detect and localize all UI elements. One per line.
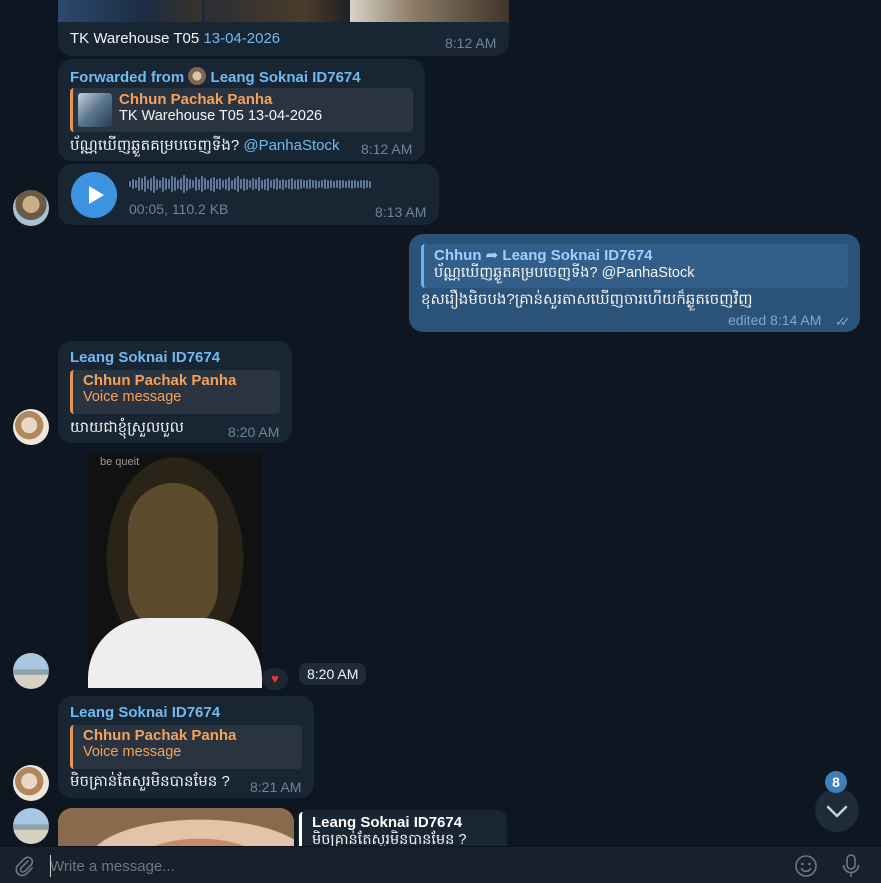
album-photos[interactable]: [58, 0, 509, 22]
message-reply[interactable]: Leang Soknai ID7674 Chhun Pachak Panha V…: [58, 696, 314, 798]
reply-preview[interactable]: Chhun ➦ Leang Soknai ID7674 ប័ណ្ណឃើញឆ្ងួ…: [421, 244, 848, 288]
chevron-down-icon: [826, 805, 848, 818]
sticker-shirt: [88, 618, 262, 688]
date-link[interactable]: 13-04-2026: [203, 30, 280, 47]
voice-meta: 00:05, 110.2 KB: [129, 201, 229, 217]
reply-forwarded-from: Leang Soknai ID7674: [502, 247, 653, 264]
message-voice[interactable]: 00:05, 110.2 KB 8:13 AM: [58, 164, 439, 225]
reply-preview[interactable]: Chhun Pachak Panha TK Warehouse T05 13-0…: [70, 88, 413, 132]
mention-link[interactable]: @PanhaStock: [243, 137, 339, 154]
album-photo-1[interactable]: [58, 0, 203, 22]
reply-text: TK Warehouse T05 13-04-2026: [119, 108, 323, 124]
paperclip-icon[interactable]: [13, 855, 35, 877]
reply-name: Chhun Pachak Panha: [119, 91, 273, 108]
heart-reaction-icon[interactable]: ♥: [262, 668, 288, 690]
message-input[interactable]: [50, 855, 750, 877]
reply-thumbnail: [78, 93, 112, 127]
sticker-figure: [128, 483, 218, 633]
forward-arrow-icon: ➦: [485, 247, 499, 264]
scroll-down-button[interactable]: [815, 788, 859, 832]
avatar[interactable]: [13, 409, 49, 445]
message-time: 8:20 AM: [299, 663, 367, 685]
reply-text: មិចគ្រាន់តែសួរមិនបានមែន ?: [312, 832, 467, 846]
forward-header[interactable]: Forwarded from Leang Soknai ID7674: [70, 67, 361, 86]
message-time: edited 8:14 AM: [728, 312, 822, 328]
reply-preview[interactable]: Leang Soknai ID7674 មិចគ្រាន់តែសួរមិនបាន…: [299, 812, 503, 846]
scrollbar[interactable]: [876, 0, 879, 846]
album-photo-2[interactable]: [204, 0, 349, 22]
avatar[interactable]: [13, 190, 49, 226]
reply-preview[interactable]: Chhun Pachak Panha Voice message: [70, 725, 302, 769]
reply-name: Chhun Pachak Panha: [83, 372, 237, 389]
sender-name[interactable]: Leang Soknai ID7674: [70, 349, 220, 366]
reply-text: Voice message: [83, 389, 182, 405]
compose-bar: [0, 846, 881, 883]
reply-preview[interactable]: Chhun Pachak Panha Voice message: [70, 370, 280, 414]
message-text: TK Warehouse T05 13-04-2026: [70, 30, 281, 47]
message-time: 8:13 AM: [375, 204, 427, 220]
reply-name: Chhun: [434, 247, 482, 264]
unread-count-badge: 8: [825, 771, 847, 793]
message-outgoing[interactable]: Chhun ➦ Leang Soknai ID7674 ប័ណ្ណឃើញឆ្ងួ…: [409, 234, 860, 332]
message-reply-partial[interactable]: Leang Soknai ID7674 មិចគ្រាន់តែសួរមិនបាន…: [297, 810, 507, 846]
message-text: មិចគ្រាន់តែសួរមិនបានមែន ?: [70, 773, 230, 790]
sticker[interactable]: be queit: [88, 453, 262, 688]
smile-icon[interactable]: [794, 854, 818, 878]
message-time: 8:12 AM: [361, 141, 413, 157]
sender-name[interactable]: Leang Soknai ID7674: [70, 704, 220, 721]
reply-text: Voice message: [83, 744, 182, 760]
message-album[interactable]: TK Warehouse T05 13-04-2026 8:12 AM: [58, 0, 509, 56]
avatar[interactable]: [13, 653, 49, 689]
message-time: 8:21 AM: [250, 779, 302, 795]
avatar[interactable]: [13, 808, 49, 844]
message-text: ប័ណ្ណឃើញឆ្ងួតគម្របចេញទីង? @PanhaStock: [70, 137, 340, 154]
album-photo-3[interactable]: [350, 0, 509, 22]
message-time: 8:12 AM: [445, 35, 497, 51]
voice-waveform[interactable]: [129, 174, 429, 194]
message-text: យាយជាខ្ញុំស្រួលបួល: [70, 419, 184, 436]
reply-text: ប័ណ្ណឃើញឆ្ងួតគម្របចេញទីង? @PanhaStock: [434, 265, 695, 281]
play-icon[interactable]: [71, 172, 117, 218]
message-time: 8:20 AM: [228, 424, 280, 440]
reply-name: Chhun Pachak Panha: [83, 727, 237, 744]
microphone-icon[interactable]: [840, 853, 862, 879]
reply-name: Leang Soknai ID7674: [312, 814, 463, 831]
forward-avatar: [188, 67, 207, 85]
message-text: ខុសរឿងមិចបង?គ្រាន់សួរតាសឃើញចារហើយក៏ឆ្ងួត…: [421, 291, 753, 308]
double-check-icon: ✓✓: [835, 314, 851, 329]
sticker-caption: be queit: [100, 456, 140, 468]
text-caret: [50, 855, 51, 877]
chat-history[interactable]: TK Warehouse T05 13-04-2026 8:12 AM Forw…: [0, 0, 881, 846]
message-reply[interactable]: Leang Soknai ID7674 Chhun Pachak Panha V…: [58, 341, 292, 443]
message-forwarded[interactable]: Forwarded from Leang Soknai ID7674 Chhun…: [58, 59, 425, 161]
avatar[interactable]: [13, 765, 49, 801]
message-photo[interactable]: [58, 808, 294, 846]
